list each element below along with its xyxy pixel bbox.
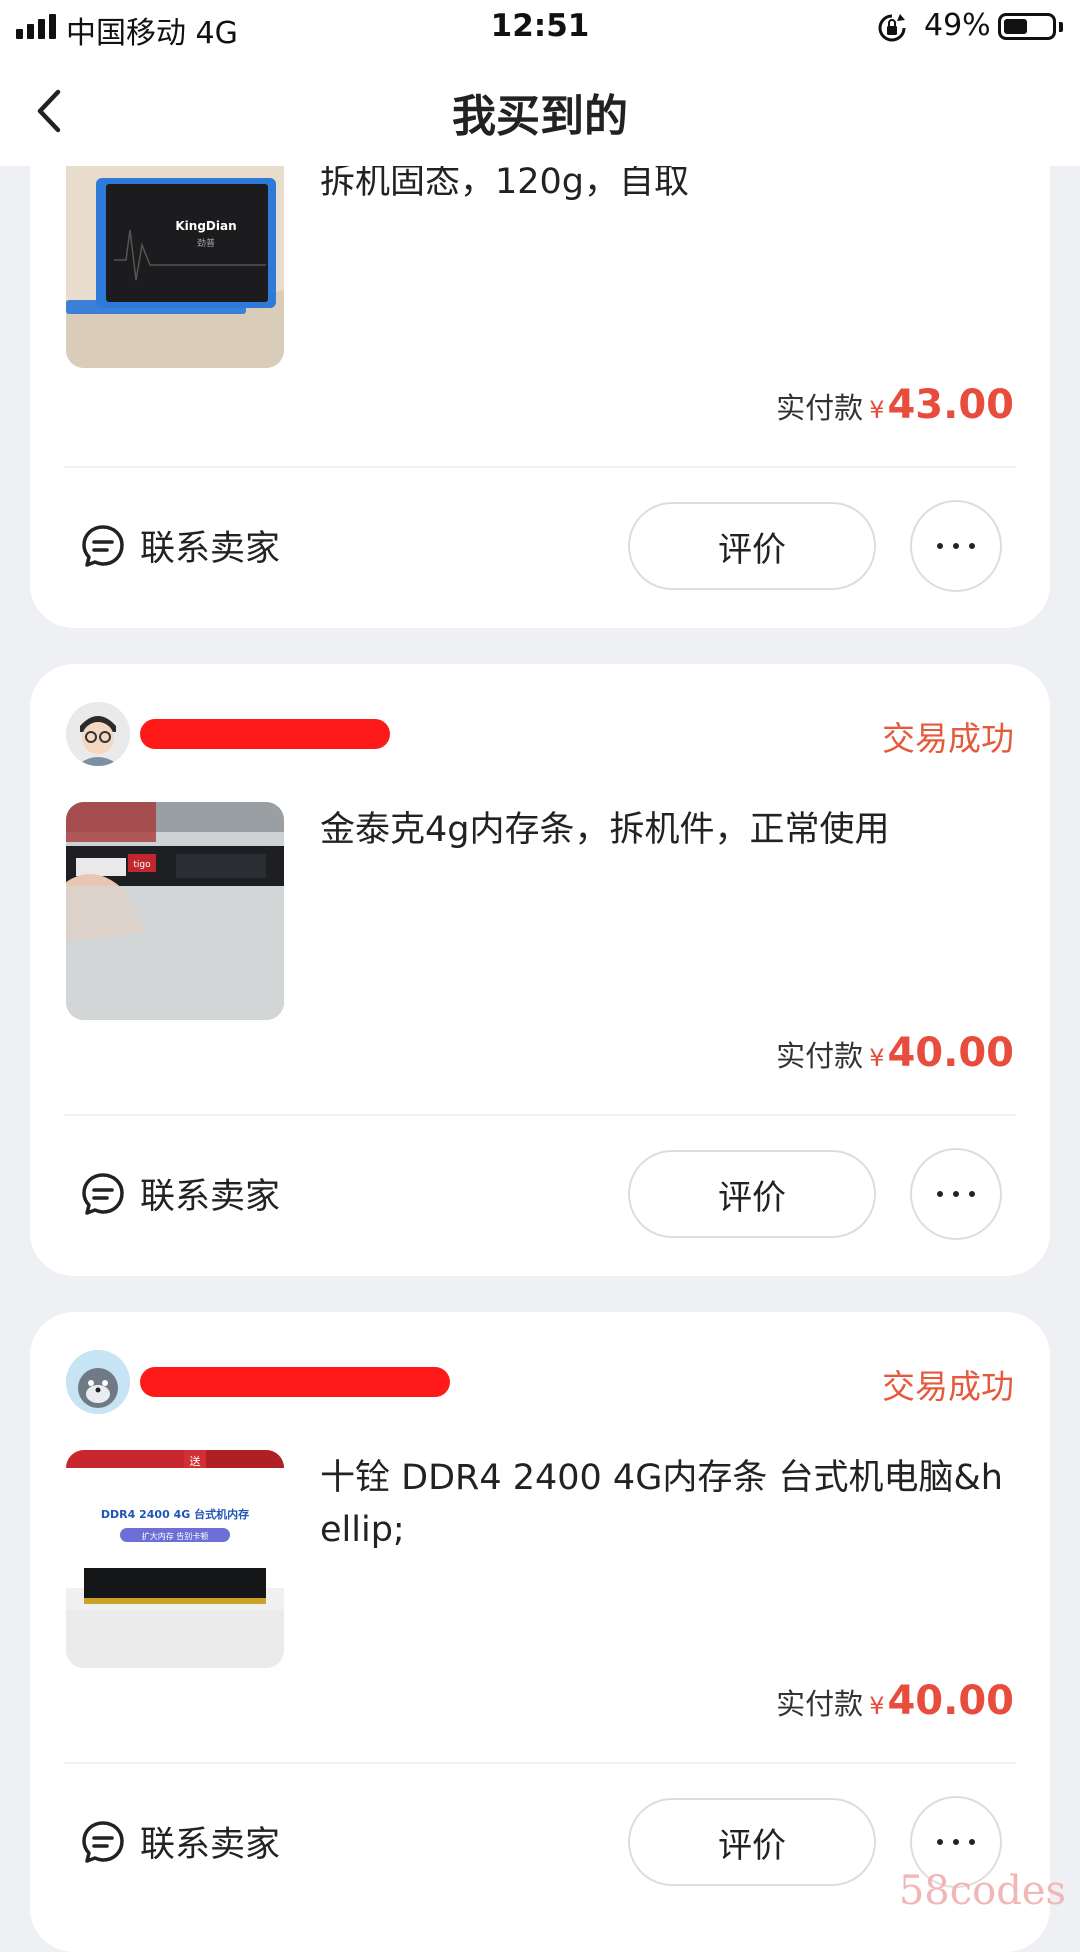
ssd-image: KingDian 劲普 xyxy=(66,150,284,368)
watermark: 58codes xyxy=(898,1868,1066,1914)
battery-level xyxy=(1004,19,1027,34)
seller-avatar xyxy=(66,1350,130,1414)
review-button[interactable]: 评价 xyxy=(628,502,876,590)
product-title[interactable]: 十铨 DDR4 2400 4G内存条 台式机电脑&hellip; xyxy=(320,1452,1020,1556)
more-dots-icon xyxy=(937,1191,943,1197)
currency-symbol: ¥ xyxy=(869,1044,885,1072)
contact-seller-button[interactable]: 联系卖家 xyxy=(80,1168,280,1219)
review-button[interactable]: 评价 xyxy=(628,1150,876,1238)
divider xyxy=(64,1762,1016,1764)
order-status: 交易成功 xyxy=(882,1367,1014,1406)
currency-symbol: ¥ xyxy=(869,1692,885,1720)
seller-info[interactable] xyxy=(66,702,390,766)
svg-text:送: 送 xyxy=(190,1454,201,1468)
divider xyxy=(64,1114,1016,1116)
amount-value: 40.00 xyxy=(887,1030,1014,1076)
contact-seller-button[interactable]: 联系卖家 xyxy=(80,520,280,571)
payment-amount: 实付款 ¥ 40.00 xyxy=(776,1678,1014,1724)
battery-icon xyxy=(998,13,1056,40)
svg-text:扩大内存 告别卡顿: 扩大内存 告别卡顿 xyxy=(142,1531,209,1541)
svg-text:KingDian: KingDian xyxy=(175,219,236,233)
ram-product-image: 送 DDR4 2400 4G 台式机内存 扩大内存 告别卡顿 xyxy=(66,1450,284,1668)
more-dots-icon xyxy=(937,543,943,549)
divider xyxy=(64,466,1016,468)
order-status: 交易成功 xyxy=(882,719,1014,758)
seller-avatar xyxy=(66,702,130,766)
svg-text:tigo: tigo xyxy=(133,860,151,870)
amount-value: 43.00 xyxy=(887,382,1014,428)
battery-tip xyxy=(1059,22,1063,32)
chat-bubble-icon xyxy=(82,1172,124,1215)
more-dots-icon xyxy=(937,1839,943,1845)
payment-label: 实付款 xyxy=(776,391,864,425)
payment-label: 实付款 xyxy=(776,1687,864,1721)
more-button[interactable] xyxy=(910,1148,1002,1240)
order-card: 交易成功 tigo 金泰克4g内存条，拆机件，正常使用 实付款 ¥ 40.00 … xyxy=(30,664,1050,1276)
order-card: 交易成功 送 DDR4 2400 4G 台式机内存 扩大内存 告别卡顿 十铨 D… xyxy=(30,1312,1050,1952)
product-title[interactable]: 金泰克4g内存条，拆机件，正常使用 xyxy=(320,804,1020,856)
clock: 12:51 xyxy=(490,8,590,44)
contact-seller-label: 联系卖家 xyxy=(140,1825,281,1865)
payment-amount: 实付款 ¥ 40.00 xyxy=(776,1030,1014,1076)
seller-name-redacted xyxy=(140,719,390,749)
payment-amount: 实付款 ¥ 43.00 xyxy=(776,382,1014,428)
product-thumbnail[interactable]: tigo xyxy=(66,802,284,1020)
product-thumbnail[interactable]: KingDian 劲普 xyxy=(66,150,284,368)
battery-percent: 49% xyxy=(924,8,991,43)
payment-label: 实付款 xyxy=(776,1039,864,1073)
review-button[interactable]: 评价 xyxy=(628,1798,876,1886)
chat-bubble-icon xyxy=(82,524,124,567)
ram-image: tigo xyxy=(66,802,284,1020)
amount-value: 40.00 xyxy=(887,1678,1014,1724)
product-thumbnail[interactable]: 送 DDR4 2400 4G 台式机内存 扩大内存 告别卡顿 xyxy=(66,1450,284,1668)
seller-name-redacted xyxy=(140,1367,450,1397)
contact-seller-label: 联系卖家 xyxy=(140,529,281,569)
currency-symbol: ¥ xyxy=(869,396,885,424)
more-button[interactable] xyxy=(910,500,1002,592)
contact-seller-button[interactable]: 联系卖家 xyxy=(80,1816,280,1867)
page-title: 我买到的 xyxy=(452,91,628,142)
status-bar: 中国移动 4G 12:51 49% xyxy=(0,0,1080,56)
seller-info[interactable] xyxy=(66,1350,450,1414)
svg-text:劲普: 劲普 xyxy=(197,237,215,249)
contact-seller-label: 联系卖家 xyxy=(140,1177,281,1217)
nav-bar: 我买到的 xyxy=(0,56,1080,166)
svg-text:DDR4 2400 4G 台式机内存: DDR4 2400 4G 台式机内存 xyxy=(101,1507,249,1521)
chat-bubble-icon xyxy=(82,1820,124,1863)
rotation-lock-icon xyxy=(878,14,906,42)
